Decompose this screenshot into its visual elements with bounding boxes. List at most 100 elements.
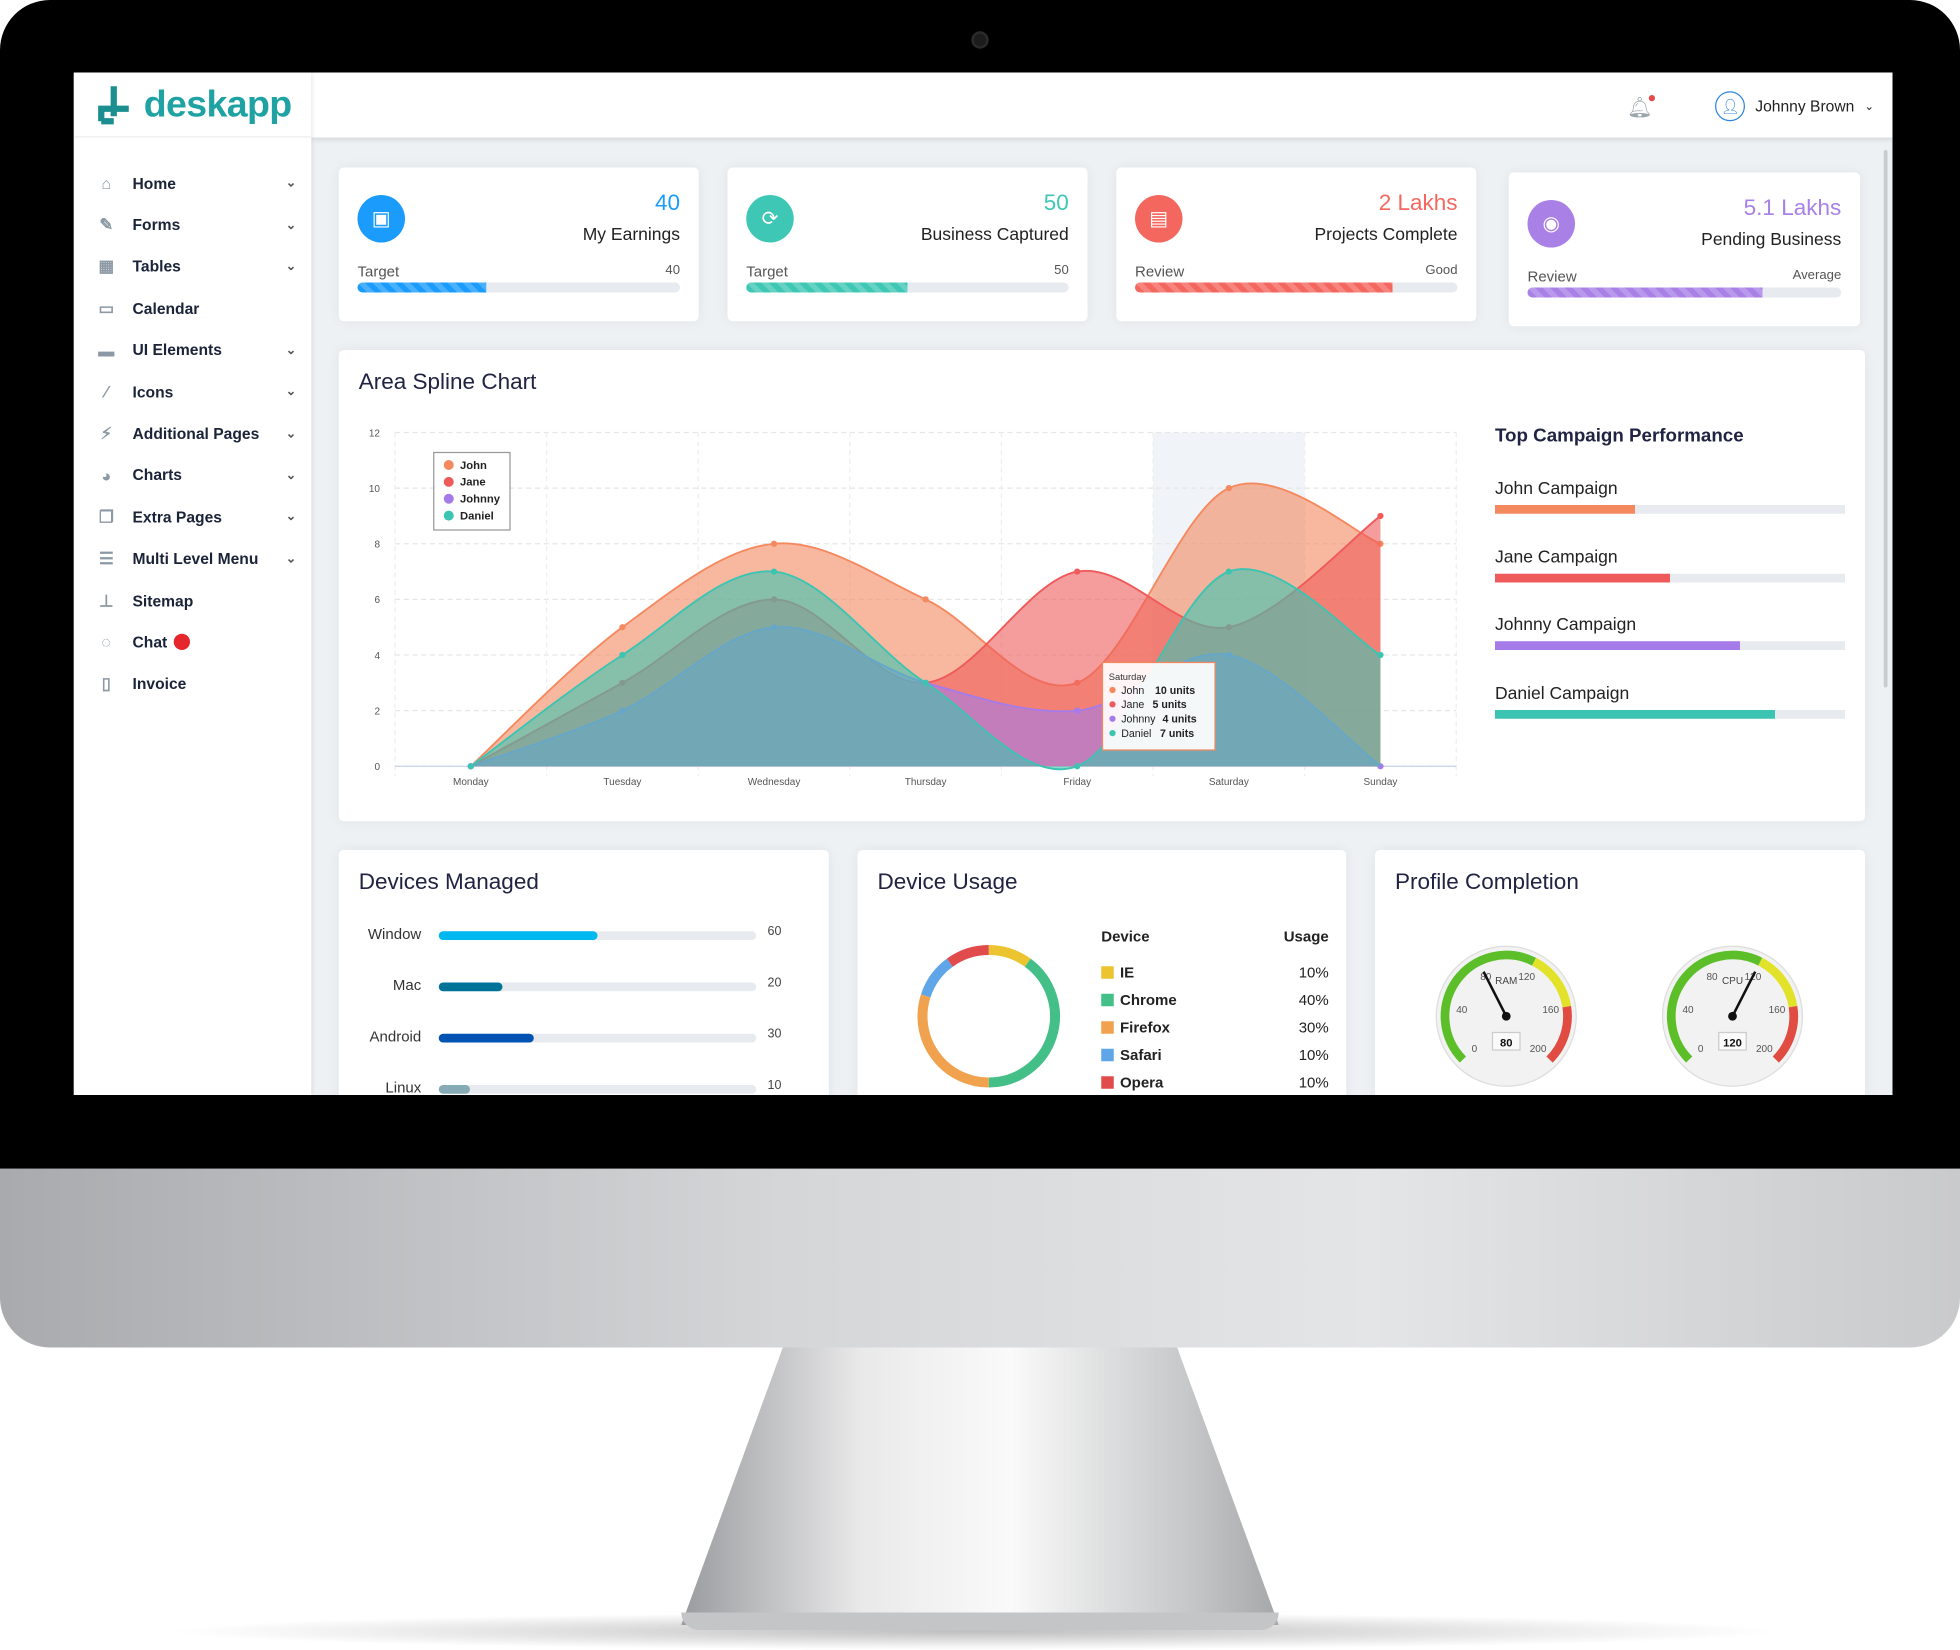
- tooltip-value: 10 units: [1155, 685, 1195, 697]
- device-row: Window60: [339, 925, 814, 945]
- sidebar-item-multi-level-menu[interactable]: ☰Multi Level Menu⌄: [74, 538, 312, 580]
- device-bar: [439, 1034, 757, 1043]
- sidebar-item-additional-pages[interactable]: ⚡︎Additional Pages⌄: [74, 413, 312, 455]
- point-john[interactable]: [771, 541, 777, 547]
- point-daniel[interactable]: [771, 568, 777, 574]
- device-value: 10: [768, 1079, 782, 1093]
- gauge-tick-label: 80: [1707, 972, 1719, 983]
- point-daniel[interactable]: [1377, 652, 1383, 658]
- progress-fill: [746, 283, 907, 293]
- point-jane[interactable]: [1074, 568, 1080, 574]
- user-menu[interactable]: 👤︎ Johnny Brown ⌄: [1715, 91, 1873, 121]
- chat-icon: ◌: [96, 633, 116, 652]
- campaign-name: Jane Campaign: [1495, 546, 1845, 566]
- stat-label: Business Captured: [921, 224, 1069, 244]
- scrollbar[interactable]: [1884, 150, 1888, 688]
- y-tick-label: 0: [374, 762, 380, 773]
- area-chart-card: Area Spline Chart 024681012MondayTuesday…: [339, 350, 1865, 821]
- donut-slice-ie[interactable]: [989, 950, 1028, 963]
- chevron-down-icon: ⌄: [286, 510, 296, 524]
- sidebar-item-ui-elements[interactable]: ▬UI Elements⌄: [74, 329, 312, 371]
- device-usage-legend-row: Firefox30%: [1101, 1019, 1329, 1037]
- device-usage-donut: [901, 929, 1076, 1095]
- gauge-label: RAM: [1495, 976, 1517, 987]
- point-daniel[interactable]: [619, 652, 625, 658]
- point-daniel[interactable]: [1074, 763, 1080, 769]
- legend-marker: [444, 460, 454, 470]
- sidebar-item-forms[interactable]: ✎Forms⌄: [74, 204, 312, 246]
- sidebar-item-invoice[interactable]: ▯Invoice: [74, 663, 312, 705]
- logo[interactable]: deskapp: [74, 73, 312, 138]
- chevron-down-icon: ⌄: [286, 552, 296, 566]
- sidebar-nav: ⌂Home⌄✎Forms⌄▦Tables⌄▭Calendar▬UI Elemen…: [74, 138, 312, 706]
- y-tick-label: 4: [374, 651, 380, 662]
- sidebar-item-charts[interactable]: ◕Charts⌄: [74, 455, 312, 497]
- legend-label: Firefox: [1120, 1019, 1170, 1037]
- legend-label[interactable]: Jane: [460, 477, 486, 489]
- sidebar-item-label: Calendar: [133, 300, 200, 318]
- campaign-name: John Campaign: [1495, 478, 1845, 498]
- device-name: Linux: [385, 1079, 421, 1095]
- chevron-down-icon: ⌄: [286, 176, 296, 190]
- x-tick-label: Wednesday: [748, 777, 801, 788]
- device-row: Android30: [339, 1028, 814, 1048]
- legend-label[interactable]: Daniel: [460, 510, 494, 522]
- device-bar: [439, 1085, 757, 1094]
- copy-icon: ❐: [96, 507, 116, 527]
- gauge-tick-label: 160: [1542, 1005, 1559, 1016]
- campaign-bar-fill: [1495, 641, 1740, 650]
- legend-value: 10%: [1299, 1046, 1329, 1064]
- sidebar-item-sitemap[interactable]: ⊥Sitemap: [74, 580, 312, 622]
- campaign-row: Daniel Campaign: [1495, 682, 1845, 718]
- legend-value: 10%: [1299, 964, 1329, 982]
- point-daniel[interactable]: [1226, 568, 1232, 574]
- progress-fill: [358, 283, 487, 293]
- monitor-chin: [0, 1169, 1960, 1348]
- device-name: Window: [368, 925, 421, 943]
- point-john[interactable]: [1226, 485, 1232, 491]
- progress-label: Review: [1528, 268, 1577, 286]
- y-tick-label: 12: [369, 428, 381, 439]
- point-john[interactable]: [619, 624, 625, 630]
- chevron-down-icon: ⌄: [1864, 99, 1873, 113]
- donut-slice-firefox[interactable]: [923, 996, 989, 1083]
- point-daniel[interactable]: [923, 680, 929, 686]
- y-tick-label: 8: [374, 540, 380, 551]
- donut-slice-chrome[interactable]: [989, 963, 1055, 1083]
- sidebar-item-chat[interactable]: ◌Chat: [74, 622, 312, 664]
- gauge-value: 120: [1723, 1037, 1742, 1049]
- donut-slice-safari[interactable]: [926, 963, 950, 996]
- gauge-tick-label: 200: [1756, 1044, 1773, 1055]
- legend-label[interactable]: Johnny: [460, 494, 501, 506]
- sidebar-item-calendar[interactable]: ▭Calendar: [74, 288, 312, 330]
- desktop-icon: ▬: [96, 341, 116, 360]
- legend-label[interactable]: John: [460, 460, 487, 472]
- donut-slice-opera[interactable]: [950, 950, 989, 963]
- monitor-base: [681, 1613, 1279, 1631]
- cpu-gauge: 04080120160200CPU120: [1658, 941, 1808, 1091]
- podcast-icon: ◉: [1528, 200, 1576, 248]
- map-icon: ▯: [96, 674, 116, 694]
- chevron-down-icon: ⌄: [286, 427, 296, 441]
- gauge-tick-label: 160: [1769, 1005, 1786, 1016]
- x-tick-label: Thursday: [905, 777, 947, 788]
- point-daniel[interactable]: [468, 763, 474, 769]
- point-john[interactable]: [923, 596, 929, 602]
- sidebar-item-label: Additional Pages: [133, 425, 260, 443]
- area-chart: 024681012MondayTuesdayWednesdayThursdayF…: [339, 350, 1489, 821]
- tooltip-value: 5 units: [1153, 699, 1187, 711]
- device-bar-fill: [439, 931, 598, 940]
- point-johnny[interactable]: [1074, 708, 1080, 714]
- sidebar-item-home[interactable]: ⌂Home⌄: [74, 163, 312, 205]
- progress-value: Good: [1425, 263, 1457, 278]
- point-jane[interactable]: [1377, 513, 1383, 519]
- sidebar-item-tables[interactable]: ▦Tables⌄: [74, 246, 312, 288]
- sidebar-item-icons[interactable]: ⁄Icons⌄: [74, 371, 312, 413]
- tooltip-series: Jane: [1121, 699, 1144, 711]
- device-usage-card: Device Usage DeviceUsage IE10%Chrome40%F…: [858, 850, 1347, 1095]
- x-tick-label: Sunday: [1363, 777, 1397, 788]
- user-name: Johnny Brown: [1755, 98, 1854, 116]
- sidebar-item-extra-pages[interactable]: ❐Extra Pages⌄: [74, 496, 312, 538]
- legend-header-device: Device: [1101, 928, 1149, 946]
- list-icon: ☰: [96, 549, 116, 569]
